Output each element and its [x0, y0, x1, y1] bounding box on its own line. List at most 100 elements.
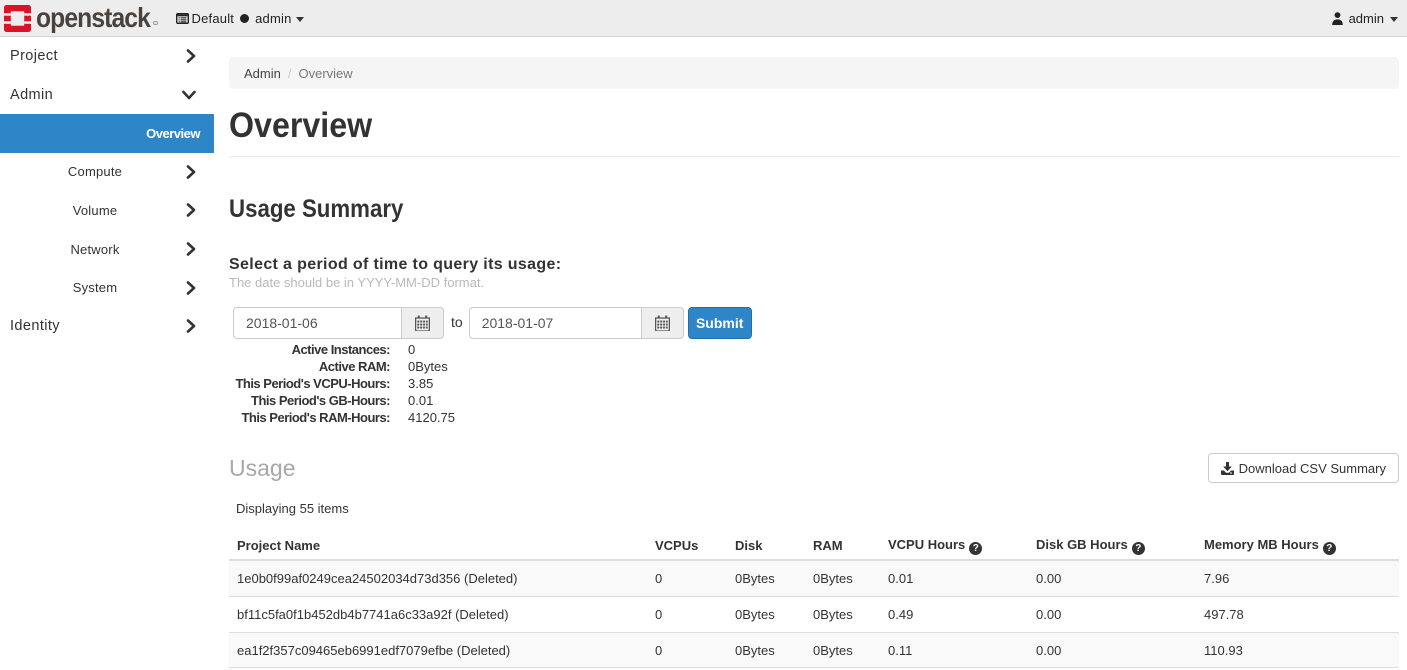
stat-label: This Period's RAM-Hours:: [215, 410, 390, 425]
period-prompt: Select a period of time to query its usa…: [229, 255, 1399, 274]
value-cell: 0Bytes: [805, 560, 880, 596]
usage-stats: Active Instances:0Active RAM:0BytesThis …: [229, 342, 1399, 426]
date-to-input[interactable]: [469, 307, 641, 339]
date-from-input[interactable]: [233, 307, 401, 339]
chevron-right-icon: [186, 203, 196, 217]
value-cell: 0: [647, 597, 727, 633]
date-from-calendar-button[interactable]: [401, 307, 444, 339]
value-cell: 0: [647, 632, 727, 668]
column-header: Disk: [727, 528, 805, 560]
date-to-calendar-button[interactable]: [641, 307, 684, 339]
sidebar-item-compute[interactable]: Compute: [0, 153, 214, 192]
stat-label: Active RAM:: [215, 359, 390, 374]
stat-row: This Period's VCPU-Hours:3.85: [229, 375, 1399, 392]
registered-mark-icon: [153, 21, 158, 26]
brand-wordmark: openstack: [36, 4, 150, 32]
breadcrumb: Admin / Overview: [229, 57, 1399, 89]
to-label: to: [451, 314, 463, 330]
sidebar: Project Admin Overview Compute Volume Ne…: [0, 37, 214, 345]
project-name-cell: ea1f2f357c09465eb6991edf7079efbe (Delete…: [229, 632, 647, 668]
chevron-right-icon: [186, 49, 196, 63]
value-cell: 110.93: [1196, 632, 1399, 668]
sidebar-item-label: Network: [0, 242, 214, 257]
breadcrumb-overview: Overview: [298, 66, 352, 81]
user-menu[interactable]: admin: [1332, 11, 1398, 26]
value-cell: 0: [647, 560, 727, 596]
stat-row: This Period's RAM-Hours:4120.75: [229, 409, 1399, 426]
value-cell: 0.00: [1028, 560, 1196, 596]
sidebar-item-label: System: [0, 280, 214, 295]
context-project: admin: [255, 11, 291, 26]
calendar-icon: [655, 315, 670, 331]
value-cell: 0.00: [1028, 632, 1196, 668]
column-header: RAM: [805, 528, 880, 560]
table-row: ea1f2f357c09465eb6991edf7079efbe (Delete…: [229, 632, 1399, 668]
column-header: VCPUs: [647, 528, 727, 560]
date-from-input-group: [233, 307, 444, 339]
chevron-right-icon: [186, 319, 196, 333]
question-circle-icon[interactable]: ?: [969, 542, 982, 555]
context-separator-icon: [240, 14, 249, 23]
usage-table-header-row: Project NameVCPUsDiskRAMVCPU Hours?Disk …: [229, 528, 1399, 560]
date-format-hint: The date should be in YYYY-MM-DD format.: [229, 275, 1399, 290]
value-cell: 0.00: [1028, 597, 1196, 633]
sidebar-item-label: Identity: [10, 318, 60, 334]
value-cell: 0Bytes: [805, 597, 880, 633]
context-switcher[interactable]: Default admin: [176, 11, 304, 26]
stat-label: This Period's GB-Hours:: [215, 393, 390, 408]
usage-table: Project NameVCPUsDiskRAMVCPU Hours?Disk …: [229, 528, 1399, 668]
items-count: Displaying 55 items: [236, 501, 1399, 516]
value-cell: 7.96: [1196, 560, 1399, 596]
stat-value: 3.85: [408, 376, 433, 391]
stat-label: Active Instances:: [215, 342, 390, 357]
breadcrumb-admin[interactable]: Admin: [244, 66, 281, 81]
sidebar-item-label: Project: [10, 48, 58, 64]
value-cell: 0Bytes: [727, 632, 805, 668]
openstack-logo-icon: [4, 5, 31, 32]
chevron-down-icon: [296, 17, 304, 22]
main-content: Admin / Overview Overview Usage Summary …: [214, 37, 1407, 668]
sidebar-item-network[interactable]: Network: [0, 230, 214, 269]
chevron-right-icon: [186, 165, 196, 179]
project-name-cell: bf11c5fa0f1b452db4b7741a6c33a92f (Delete…: [229, 597, 647, 633]
openstack-logo[interactable]: openstack: [4, 4, 158, 32]
value-cell: 0Bytes: [805, 632, 880, 668]
sidebar-item-system[interactable]: System: [0, 268, 214, 307]
sidebar-item-identity[interactable]: Identity: [0, 307, 214, 346]
submit-button[interactable]: Submit: [688, 307, 752, 339]
sidebar-item-admin[interactable]: Admin: [0, 76, 214, 115]
stat-label: This Period's VCPU-Hours:: [215, 376, 390, 391]
value-cell: 0Bytes: [727, 560, 805, 596]
date-to-input-group: [469, 307, 684, 339]
usage-header-bar: Usage Download CSV Summary: [229, 453, 1399, 483]
column-header: Memory MB Hours?: [1196, 528, 1399, 560]
value-cell: 0.01: [880, 560, 1028, 596]
question-circle-icon[interactable]: ?: [1323, 542, 1336, 555]
sidebar-item-project[interactable]: Project: [0, 37, 214, 76]
usage-period-form: to Submit: [233, 307, 1399, 339]
chevron-down-icon: [1390, 17, 1398, 22]
breadcrumb-divider: /: [288, 66, 292, 81]
stat-value: 0.01: [408, 393, 433, 408]
chevron-right-icon: [186, 281, 196, 295]
usage-heading: Usage: [229, 457, 295, 480]
calendar-icon: [415, 315, 430, 331]
sidebar-item-label: Admin: [10, 87, 53, 103]
download-csv-button[interactable]: Download CSV Summary: [1208, 453, 1399, 483]
usage-summary-heading: Usage Summary: [229, 196, 1270, 222]
download-icon: [1221, 462, 1234, 475]
sidebar-item-volume[interactable]: Volume: [0, 191, 214, 230]
stat-row: Active Instances:0: [229, 342, 1399, 359]
page-title: Overview: [229, 108, 376, 143]
stat-row: Active RAM:0Bytes: [229, 358, 1399, 375]
value-cell: 0Bytes: [727, 597, 805, 633]
chevron-down-icon: [182, 90, 196, 100]
column-header: Disk GB Hours?: [1028, 528, 1196, 560]
sidebar-item-overview[interactable]: Overview: [0, 114, 214, 153]
sidebar-item-label: Volume: [0, 203, 214, 218]
table-row: bf11c5fa0f1b452db4b7741a6c33a92f (Delete…: [229, 597, 1399, 633]
question-circle-icon[interactable]: ?: [1132, 542, 1145, 555]
title-divider: [229, 156, 1399, 157]
stat-row: This Period's GB-Hours:0.01: [229, 392, 1399, 409]
user-icon: [1332, 12, 1343, 25]
